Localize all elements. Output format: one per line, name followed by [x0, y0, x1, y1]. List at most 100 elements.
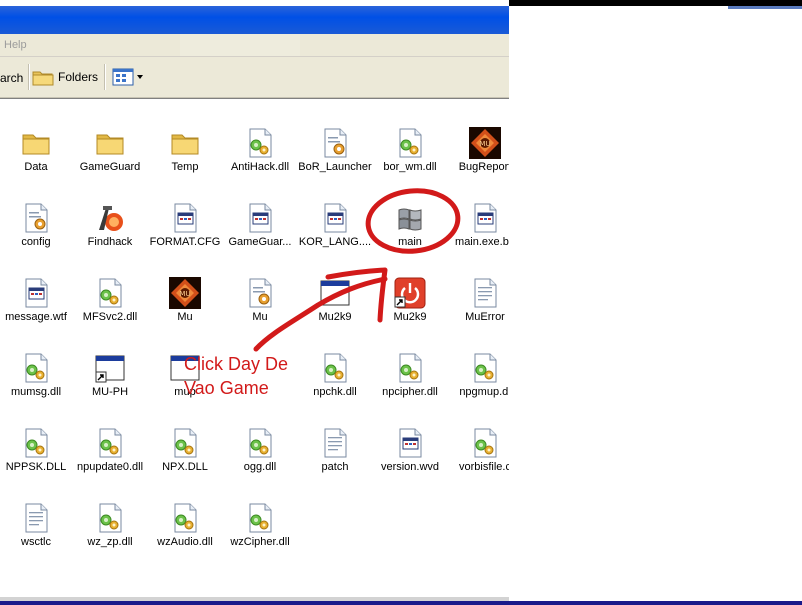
file-item[interactable]: Data: [0, 127, 73, 197]
file-item[interactable]: Mu2k9: [298, 277, 372, 347]
file-item[interactable]: FORMAT.CFG: [148, 202, 222, 272]
dll-icon: [20, 427, 52, 459]
dll-icon: [244, 127, 276, 159]
menu-help[interactable]: Help: [4, 39, 27, 51]
bottom-border: [0, 601, 802, 605]
file-name: Mu: [252, 311, 268, 323]
cfg-icon: [244, 202, 276, 234]
file-name: BugReport: [458, 161, 509, 173]
folders-button[interactable]: Folders: [32, 65, 98, 89]
dll-icon: [94, 427, 126, 459]
cfg-icon: [169, 202, 201, 234]
cfg-icon: [319, 202, 351, 234]
file-name: mup: [174, 386, 196, 398]
cfg-icon: [469, 202, 501, 234]
folders-label: Folders: [58, 70, 99, 84]
file-item[interactable]: wz_zp.dll: [73, 502, 147, 572]
cfg-icon: [20, 277, 52, 309]
file-item[interactable]: NPPSK.DLL: [0, 427, 73, 497]
file-item[interactable]: main: [373, 202, 447, 272]
file-item[interactable]: GameGuar...: [223, 202, 297, 272]
file-item[interactable]: mup: [148, 352, 222, 422]
file-item[interactable]: Mu: [223, 277, 297, 347]
file-item[interactable]: MU-PH: [73, 352, 147, 422]
file-name: config: [21, 236, 51, 248]
file-item[interactable]: KOR_LANG....: [298, 202, 372, 272]
file-item[interactable]: patch: [298, 427, 372, 497]
mu-app-icon: MU: [169, 277, 201, 309]
file-item[interactable]: Findhack: [73, 202, 147, 272]
file-item[interactable]: npgmup.dl: [448, 352, 509, 422]
file-name: Findhack: [87, 236, 133, 248]
file-item[interactable]: AntiHack.dll: [223, 127, 297, 197]
search-button[interactable]: arch: [0, 71, 23, 85]
file-item[interactable]: wzAudio.dll: [148, 502, 222, 572]
dll-icon: [244, 502, 276, 534]
file-item[interactable]: vorbisfile.c: [448, 427, 509, 497]
file-name: wzCipher.dll: [230, 536, 290, 548]
window-shortcut-icon: [94, 352, 126, 384]
file-item[interactable]: MU Mu: [148, 277, 222, 347]
file-item[interactable]: config: [0, 202, 73, 272]
file-name: Data: [24, 161, 48, 173]
file-item[interactable]: wzCipher.dll: [223, 502, 297, 572]
mu-app-icon: MU: [469, 127, 501, 159]
file-name: NPX.DLL: [162, 461, 208, 473]
toolbar-separator: [104, 64, 106, 90]
views-button[interactable]: [112, 67, 144, 87]
file-item[interactable]: main.exe.ba: [448, 202, 509, 272]
file-name: Temp: [171, 161, 199, 173]
file-item[interactable]: mumsg.dll: [0, 352, 73, 422]
background-window-edge: [728, 6, 802, 9]
chevron-down-icon: [137, 75, 143, 79]
file-list: Data GameGuard Temp AntiHack.dll BoR_Launche…: [0, 98, 509, 605]
file-item[interactable]: Mu2k9: [373, 277, 447, 347]
text-icon: [20, 502, 52, 534]
file-name: wz_zp.dll: [87, 536, 133, 548]
file-item[interactable]: bor_wm.dll: [373, 127, 447, 197]
file-name: npgmup.dl: [459, 386, 509, 398]
file-item[interactable]: version.wvd: [373, 427, 447, 497]
file-item[interactable]: npcipher.dll: [373, 352, 447, 422]
config-icon: [244, 277, 276, 309]
svg-text:MU: MU: [179, 290, 190, 298]
findhack-icon: [94, 202, 126, 234]
config-icon: [319, 127, 351, 159]
views-icon: [112, 68, 134, 86]
power-shortcut-icon: [394, 277, 426, 309]
file-item[interactable]: wsctlc: [0, 502, 73, 572]
file-item[interactable]: Temp: [148, 127, 222, 197]
file-name: wsctlc: [21, 536, 51, 548]
file-item[interactable]: MU BugReport: [448, 127, 509, 197]
config-icon: [20, 202, 52, 234]
file-item[interactable]: BoR_Launcher: [298, 127, 372, 197]
file-item[interactable]: npupdate0.dll: [73, 427, 147, 497]
folders-icon: [32, 71, 54, 86]
file-item[interactable]: message.wtf: [0, 277, 73, 347]
file-item[interactable]: MuError: [448, 277, 509, 347]
title-bar[interactable]: [0, 6, 509, 34]
menu-bar-artifact: [180, 34, 300, 56]
file-name: Mu: [177, 311, 193, 323]
file-item[interactable]: npchk.dll: [298, 352, 372, 422]
file-name: KOR_LANG....: [298, 236, 372, 248]
window-icon: [169, 352, 201, 384]
file-item[interactable]: ogg.dll: [223, 427, 297, 497]
dll-icon: [244, 427, 276, 459]
dll-icon: [20, 352, 52, 384]
file-name: Mu2k9: [393, 311, 427, 323]
cfg-icon: [394, 427, 426, 459]
windows-app-icon: [394, 202, 426, 234]
file-item[interactable]: MFSvc2.dll: [73, 277, 147, 347]
explorer-window: Help arch Folders Data GameGuard Temp An…: [0, 0, 509, 605]
file-name: mumsg.dll: [10, 386, 62, 398]
file-name: patch: [321, 461, 349, 473]
dll-icon: [394, 127, 426, 159]
file-item[interactable]: NPX.DLL: [148, 427, 222, 497]
text-icon: [469, 277, 501, 309]
toolbar-separator: [28, 64, 30, 90]
dll-icon: [319, 352, 351, 384]
file-item[interactable]: GameGuard: [73, 127, 147, 197]
file-name: BoR_Launcher: [298, 161, 372, 173]
folder-icon: [20, 127, 52, 159]
